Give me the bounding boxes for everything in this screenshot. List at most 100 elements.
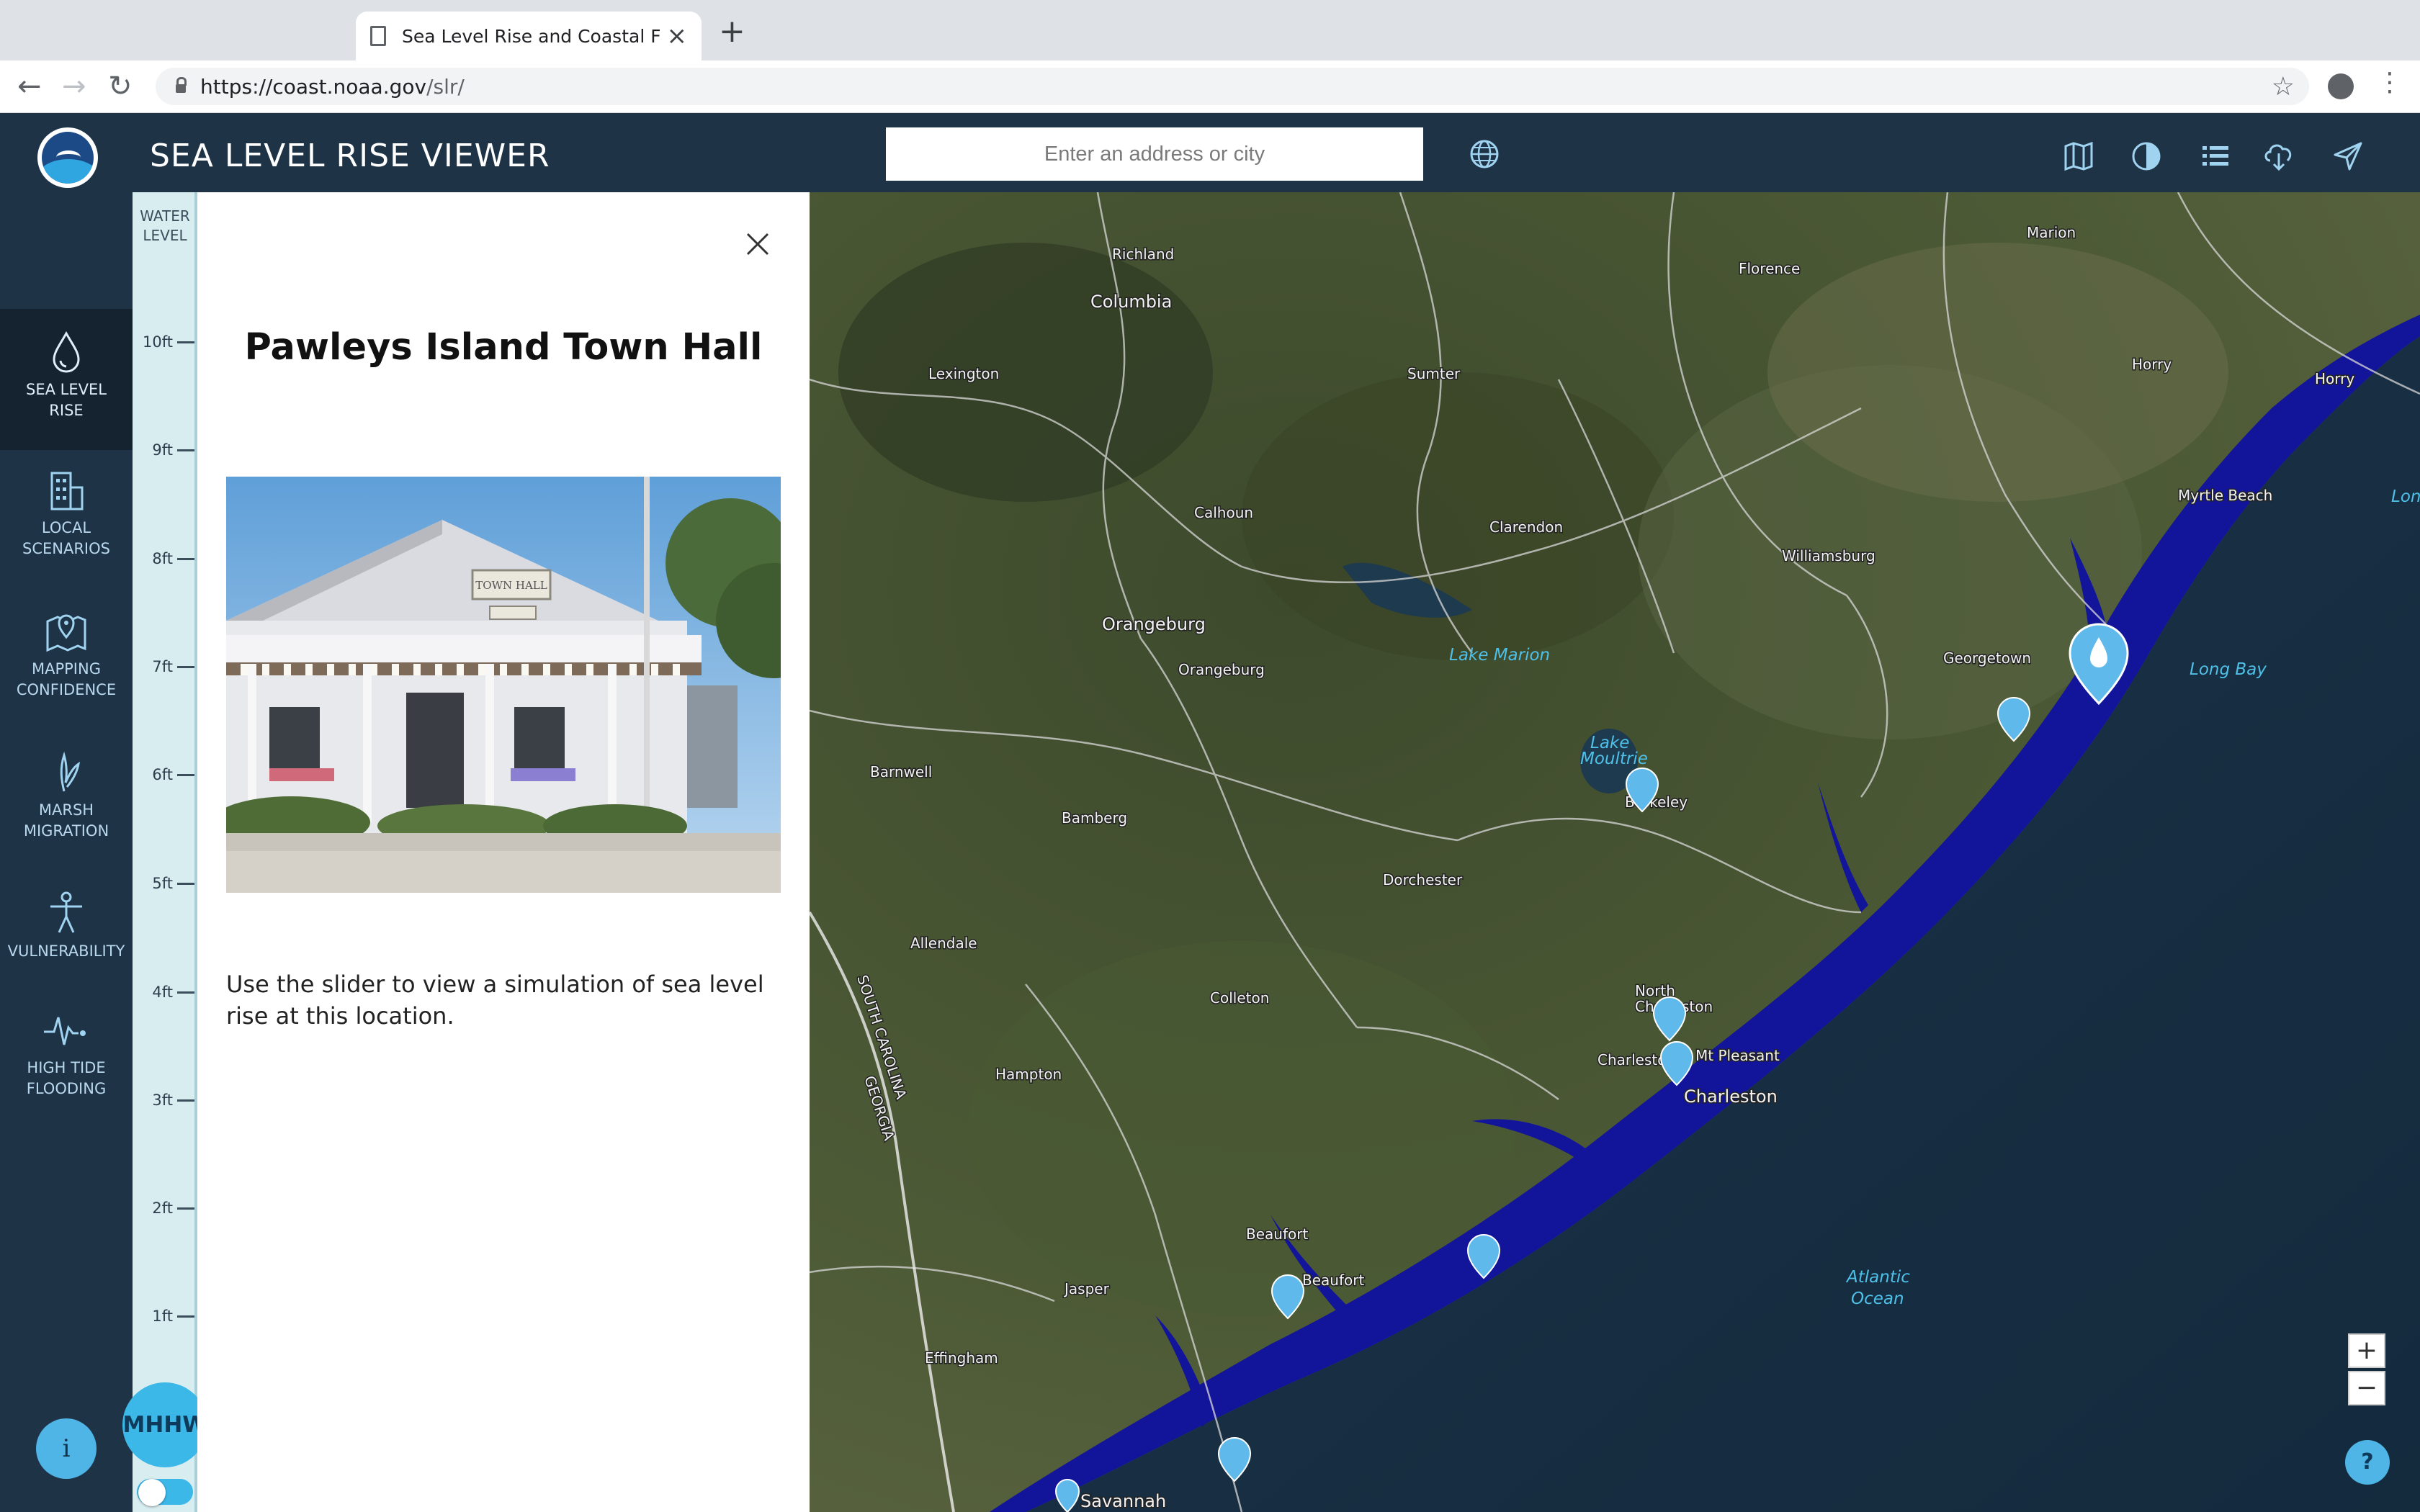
svg-text:Bamberg: Bamberg [1062,809,1127,827]
slider-handle-mhhw[interactable]: MHHW [122,1382,207,1467]
forward-icon[interactable]: → [62,66,86,107]
app-header: SEA LEVEL RISE VIEWER [0,113,2420,192]
slider-tick [177,558,194,560]
download-icon[interactable] [2263,140,2295,172]
sidebar-item-label: VULNERABILITY [7,942,125,960]
browser-tab-bar: Sea Level Rise and Coastal Flo × + [0,0,2420,60]
info-button[interactable]: i [36,1418,97,1479]
photo-sign-text: TOWN HALL [475,579,547,592]
sidebar-item-label: SCENARIOS [22,540,110,557]
sidebar-item-label: HIGH TIDE [27,1059,106,1076]
address-bar[interactable]: https://coast.noaa.gov/slr/ ☆ [156,68,2309,105]
app-title: SEA LEVEL RISE VIEWER [150,138,550,174]
sidebar-item-mapping-confidence[interactable]: MAPPING CONFIDENCE [0,610,133,701]
profile-icon[interactable] [2328,73,2354,99]
svg-text:Marion: Marion [2027,224,2076,241]
water-drop-icon [53,330,80,373]
tick-label: 2ft [152,1200,173,1217]
contrast-icon[interactable] [2130,140,2162,172]
svg-text:Columbia: Columbia [1090,292,1172,312]
svg-text:Horry: Horry [2132,356,2172,373]
toggle-knob[interactable] [138,1479,166,1506]
sidebar-item-sea-level-rise[interactable]: SEA LEVEL RISE [0,309,133,450]
map-view[interactable]: Richland Columbia Lexington Sumter Flore… [810,192,2420,1512]
sidebar-item-local-scenarios[interactable]: LOCAL SCENARIOS [0,469,133,559]
tick-label: 4ft [152,984,173,1001]
new-tab-button[interactable]: + [719,16,745,48]
bookmark-star-icon[interactable]: ☆ [2272,72,2295,102]
sidebar-item-marsh-migration[interactable]: MARSH MIGRATION [0,751,133,842]
tick-label: 8ft [152,550,173,567]
svg-text:Sumter: Sumter [1407,365,1461,382]
svg-text:Williamsburg: Williamsburg [1782,547,1876,564]
tab-title: Sea Level Rise and Coastal Flo [402,25,660,47]
sidebar-item-vulnerability[interactable]: VULNERABILITY [0,891,133,962]
svg-text:Effingham: Effingham [925,1349,998,1367]
svg-text:Orangeburg: Orangeburg [1178,661,1265,678]
lock-icon [176,77,187,93]
svg-text:Savannah: Savannah [1080,1491,1166,1511]
noaa-logo[interactable] [37,127,98,188]
tick-label: 7ft [152,658,173,675]
globe-icon[interactable] [1469,139,1500,169]
svg-text:Clarendon: Clarendon [1489,518,1563,536]
person-icon [50,891,82,933]
legend-icon[interactable] [2200,140,2231,172]
svg-text:Orangeburg: Orangeburg [1102,614,1206,634]
location-title: Pawleys Island Town Hall [244,326,763,369]
browser-tab[interactable]: Sea Level Rise and Coastal Flo × [356,12,702,60]
tick-label: 9ft [152,441,173,459]
sidebar-item-label: MIGRATION [23,822,109,840]
marsh-grass-icon [60,751,81,792]
sidebar-item-label: MAPPING [32,660,101,678]
svg-text:Myrtle Beach: Myrtle Beach [2178,487,2272,504]
sidebar-item-label: FLOODING [26,1080,107,1097]
slider-tick [177,666,194,668]
svg-text:Richland: Richland [1112,246,1174,263]
browser-menu-icon[interactable]: ⋮ [2377,68,2403,97]
buildings-icon [50,472,84,510]
tool-sidebar: SEA LEVEL RISE LOCAL SCENARIOS MAPPING C… [0,192,133,1512]
svg-text:Lake Marion: Lake Marion [1449,646,1550,665]
close-tab-icon[interactable]: × [667,24,688,48]
slider-tick [177,774,194,776]
svg-text:Jasper: Jasper [1063,1280,1110,1297]
svg-text:Colleton: Colleton [1210,989,1269,1007]
document-icon [370,26,386,46]
svg-text:Beaufort: Beaufort [1246,1225,1308,1243]
slider-tick [177,883,194,885]
location-photo: TOWN HALL [226,477,781,893]
svg-text:Mt Pleasant: Mt Pleasant [1695,1047,1780,1064]
tick-label: 5ft [152,875,173,892]
slider-tick [177,1315,194,1318]
zoom-in-button[interactable]: + [2348,1333,2385,1368]
tick-label: 3ft [152,1092,173,1109]
svg-text:Lon: Lon [2391,487,2420,506]
close-icon[interactable] [743,230,772,258]
basemap-icon[interactable] [2063,140,2094,172]
tick-label: 6ft [152,766,173,783]
svg-text:Hampton: Hampton [995,1066,1062,1083]
reload-icon[interactable]: ↻ [108,66,133,107]
url-text: https://coast.noaa.gov/slr/ [200,74,465,99]
svg-text:Barnwell: Barnwell [870,763,932,780]
back-icon[interactable]: ← [17,66,42,107]
sidebar-item-label: CONFIDENCE [16,681,117,698]
water-level-slider[interactable]: WATER LEVEL 10ft 9ft 8ft 7ft 6ft 5ft 4ft… [133,192,197,1512]
slider-tick [177,1207,194,1210]
slider-tick [177,1099,194,1102]
map-pin-icon [46,614,86,652]
share-icon[interactable] [2332,140,2364,172]
svg-text:Dorchester: Dorchester [1383,871,1463,888]
search-input[interactable] [886,127,1423,181]
svg-text:Florence: Florence [1739,260,1800,277]
water-level-label: WATER LEVEL [140,207,190,244]
location-description: Use the slider to view a simulation of s… [226,971,764,1030]
sidebar-item-label: SEA LEVEL [26,381,107,398]
svg-text:Moultrie: Moultrie [1580,750,1648,768]
sidebar-item-high-tide-flooding[interactable]: HIGH TIDE FLOODING [0,1009,133,1099]
sidebar-item-label: RISE [49,402,84,419]
slider-tick [177,449,194,451]
help-button[interactable]: ? [2345,1440,2390,1485]
zoom-out-button[interactable]: − [2348,1371,2385,1405]
